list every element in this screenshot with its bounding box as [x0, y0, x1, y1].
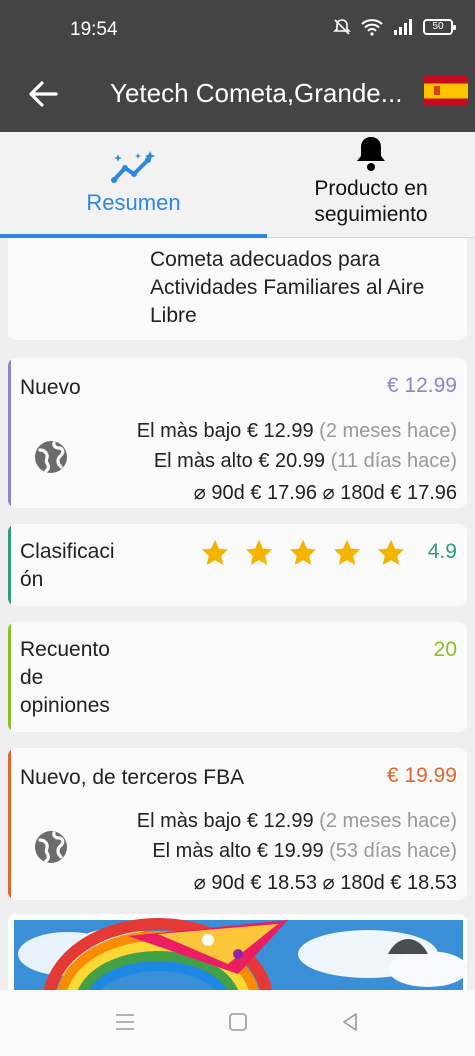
- star-icon: [245, 539, 273, 565]
- star-icon: [333, 539, 361, 565]
- wifi-icon: [361, 19, 383, 36]
- review-count-label: Recuento de opiniones: [20, 638, 110, 717]
- highest-price-row: El màs alto € 19.99 (53 días hace): [152, 840, 457, 862]
- product-image-card[interactable]: [8, 914, 467, 990]
- status-bar: 19:54 50: [0, 0, 475, 60]
- globe-icon: [35, 441, 67, 473]
- star-icon: [289, 539, 317, 565]
- tab-bar: Resumen Producto en seguimiento: [0, 132, 475, 238]
- home-nav-icon[interactable]: [228, 1012, 248, 1032]
- signal-icon: [394, 19, 412, 35]
- review-count-value: 20: [433, 638, 457, 661]
- summary-content[interactable]: Cometa adecuados para Actividades Famili…: [0, 238, 475, 990]
- product-description: Cometa adecuados para Actividades Famili…: [150, 248, 425, 327]
- page-title: Yetech Cometa,Grande...: [110, 78, 403, 108]
- tab-resumen-label: Resumen: [86, 190, 181, 215]
- bell-icon: [357, 137, 385, 171]
- star-icon: [201, 539, 229, 565]
- star-icon: [377, 539, 405, 565]
- rating-value: 4.9: [427, 540, 457, 563]
- accent-bar: [8, 358, 11, 508]
- lowest-price-row: El màs bajo € 12.99 (2 meses hace): [136, 420, 457, 442]
- description-card: Cometa adecuados para Actividades Famili…: [8, 238, 467, 340]
- rating-card[interactable]: Clasificaci ón 4.9: [8, 524, 467, 606]
- rating-label: Clasificaci ón: [20, 540, 115, 591]
- highest-price-row: El màs alto € 20.99 (11 días hace): [153, 450, 457, 472]
- accent-bar: [8, 748, 11, 900]
- back-nav-icon[interactable]: [340, 1012, 360, 1032]
- mute-bell-icon: [333, 19, 351, 35]
- accent-bar: [8, 622, 11, 732]
- average-price-row: ⌀ 90d € 17.96 ⌀ 180d € 17.96: [193, 482, 457, 504]
- average-price-row: ⌀ 90d € 18.53 ⌀ 180d € 18.53: [193, 872, 457, 894]
- battery-icon: 50: [423, 19, 456, 35]
- globe-icon: [35, 831, 67, 863]
- status-icons: 50: [333, 18, 456, 36]
- back-arrow-icon[interactable]: [24, 74, 64, 114]
- price-type-label: Nuevo, de terceros FBA: [20, 766, 245, 789]
- tab-producto-label: Producto en seguimiento: [314, 177, 428, 226]
- spain-flag-icon[interactable]: [424, 76, 468, 106]
- review-count-card[interactable]: Recuento de opiniones 20: [8, 622, 467, 732]
- price-card-nuevo[interactable]: Nuevo € 12.99 El màs bajo € 12.99 (2 mes…: [8, 358, 467, 508]
- current-price: € 12.99: [386, 374, 457, 397]
- menu-nav-icon[interactable]: [114, 1012, 136, 1032]
- product-image: [14, 918, 467, 990]
- price-type-label: Nuevo: [20, 376, 81, 399]
- current-price: € 19.99: [386, 764, 457, 787]
- rating-stars: [200, 538, 406, 568]
- trend-sparkle-icon: [110, 151, 155, 183]
- lowest-price-row: El màs bajo € 12.99 (2 meses hace): [136, 810, 457, 832]
- app-bar: Yetech Cometa,Grande...: [0, 60, 475, 132]
- price-card-fba[interactable]: Nuevo, de terceros FBA € 19.99 El màs ba…: [8, 748, 467, 900]
- system-nav-bar: [0, 990, 475, 1056]
- accent-bar: [8, 524, 11, 606]
- status-time: 19:54: [70, 19, 118, 40]
- tab-producto-seguimiento[interactable]: Producto en seguimiento: [267, 132, 475, 238]
- tab-resumen[interactable]: Resumen: [0, 132, 267, 238]
